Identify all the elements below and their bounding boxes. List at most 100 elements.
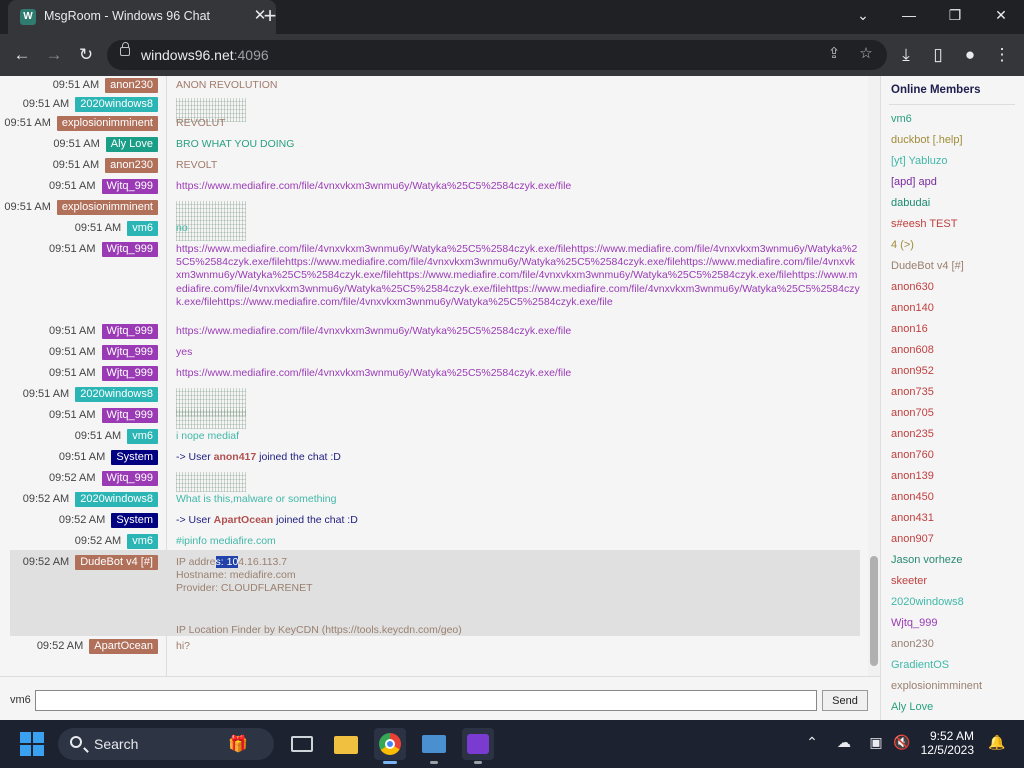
member-item[interactable]: dabudai (891, 197, 930, 209)
member-item[interactable]: anon235 (891, 428, 934, 440)
back-button[interactable]: ← (10, 43, 34, 67)
message-username-badge[interactable]: vm6 (127, 221, 158, 236)
member-item[interactable]: anon630 (891, 281, 934, 293)
member-item[interactable]: anon952 (891, 365, 934, 377)
message-link[interactable]: https://www.mediafire.com/file/4vnxvkxm3… (176, 325, 860, 338)
close-window-button[interactable]: ✕ (978, 0, 1024, 32)
member-item[interactable]: anon760 (891, 449, 934, 461)
message-link[interactable]: https://www.mediafire.com/file/4vnxvkxm3… (176, 243, 860, 321)
current-nickname[interactable]: vm6 (10, 694, 31, 706)
message-username-badge[interactable]: Wjtq_999 (101, 366, 158, 381)
message-username-badge[interactable]: Wjtq_999 (101, 408, 158, 423)
reload-button[interactable]: ↻ (74, 43, 98, 67)
member-item[interactable]: DudeBot v4 [#] (891, 260, 964, 272)
message-username-badge[interactable]: System (111, 450, 158, 465)
show-hidden-icons-chevron-icon[interactable]: ⌃ (802, 734, 822, 751)
message-username-badge[interactable]: Wjtq_999 (101, 179, 158, 194)
message-username-badge[interactable]: Wjtq_999 (101, 324, 158, 339)
member-item[interactable]: anon450 (891, 491, 934, 503)
member-item[interactable]: Wjtq_999 (891, 617, 937, 629)
message-username-badge[interactable]: Wjtq_999 (101, 242, 158, 257)
joined-user-name[interactable]: anon417 (214, 451, 257, 463)
message-username-badge[interactable]: vm6 (127, 534, 158, 549)
file-explorer-icon[interactable] (330, 728, 362, 760)
message-username-badge[interactable]: explosionimminent (56, 200, 158, 215)
member-item[interactable]: [apd] apd (891, 176, 937, 188)
message-username-badge[interactable]: 2020windows8 (75, 492, 158, 507)
windows-taskbar: Search 🎁 ⌃ ☁ ▣ 🔇 9:52 AM 12/5/2023 🔔 (0, 720, 1024, 768)
message-username-badge[interactable]: Wjtq_999 (101, 345, 158, 360)
member-item[interactable]: GradientOS (891, 659, 949, 671)
message-username-badge[interactable]: System (111, 513, 158, 528)
message-username-badge[interactable]: anon230 (105, 158, 158, 173)
volume-muted-icon[interactable]: 🔇 (892, 734, 912, 751)
lock-icon[interactable] (120, 42, 130, 56)
member-item[interactable]: Aly Love (891, 701, 933, 713)
message-link[interactable]: https://www.mediafire.com/file/4vnxvkxm3… (176, 180, 860, 193)
network-icon[interactable]: ▣ (866, 734, 886, 751)
member-item[interactable]: vm6 (891, 113, 912, 125)
member-item[interactable]: anon608 (891, 344, 934, 356)
member-item[interactable]: s#eesh TEST (891, 218, 957, 230)
minimize-button[interactable]: — (886, 0, 932, 32)
browser-tab[interactable]: W MsgRoom - Windows 96 Chat ✕ (8, 0, 276, 34)
member-item[interactable]: anon431 (891, 512, 934, 524)
task-view-icon[interactable] (286, 728, 318, 760)
profile-icon[interactable]: ● (958, 43, 982, 67)
menu-kebab-icon[interactable]: ⋮ (990, 43, 1014, 67)
url-text[interactable]: windows96.net:4096 (141, 47, 269, 63)
message-username-badge[interactable]: anon230 (105, 78, 158, 93)
message-meta: 09:51 AM vm6 (0, 429, 158, 444)
member-item[interactable]: anon16 (891, 323, 928, 335)
message-timestamp: 09:52 AM (22, 493, 70, 505)
message-username-badge[interactable]: ApartOcean (89, 639, 158, 654)
message-username-badge[interactable]: Aly Love (105, 137, 158, 152)
message-username-badge[interactable]: DudeBot v4 [#] (75, 555, 158, 570)
message-timestamp: 09:51 AM (49, 367, 96, 379)
side-panel-icon[interactable]: ▯ (926, 43, 950, 67)
scrollbar-thumb[interactable] (870, 556, 878, 666)
bookmark-star-icon[interactable]: ☆ (855, 44, 877, 62)
taskbar-clock[interactable]: 9:52 AM 12/5/2023 (920, 729, 974, 757)
member-item[interactable]: duckbot [.help] (891, 134, 963, 146)
message-username-badge[interactable]: explosionimminent (56, 116, 158, 131)
forward-button[interactable]: → (42, 43, 66, 67)
member-item[interactable]: anon140 (891, 302, 934, 314)
tab-search-chevron-icon[interactable]: ⌄ (840, 0, 886, 32)
message-link[interactable]: https://www.mediafire.com/file/4vnxvkxm3… (176, 367, 860, 380)
message-username-badge[interactable]: vm6 (127, 429, 158, 444)
message-username-badge[interactable]: 2020windows8 (75, 97, 158, 112)
onedrive-cloud-icon[interactable]: ☁ (834, 734, 854, 751)
chrome-icon[interactable] (374, 728, 406, 764)
taskbar-search[interactable]: Search 🎁 (58, 728, 274, 760)
clipchamp-icon[interactable] (462, 728, 494, 764)
new-tab-button[interactable]: + (258, 5, 282, 29)
member-item[interactable]: 4 (>) (891, 239, 914, 251)
joined-user-name[interactable]: ApartOcean (214, 514, 274, 526)
message-username-badge[interactable]: Wjtq_999 (101, 471, 158, 486)
message-username-badge[interactable]: 2020windows8 (75, 387, 158, 402)
member-item[interactable]: anon735 (891, 386, 934, 398)
member-item[interactable]: anon907 (891, 533, 934, 545)
member-item[interactable]: Jason vorheze (891, 554, 963, 566)
message-input[interactable] (35, 690, 817, 711)
member-item[interactable]: [yt] Yabluzo (891, 155, 947, 167)
restore-button[interactable]: ❐ (932, 0, 978, 32)
send-button[interactable]: Send (822, 690, 868, 711)
share-icon[interactable]: ⇪ (823, 44, 845, 62)
start-windows-icon[interactable] (20, 732, 44, 756)
member-item[interactable]: explosionimminent (891, 680, 982, 692)
chat-message-row: 09:51 AM Wjtq_999 https://www.mediafire.co… (0, 240, 868, 324)
notification-bell-icon[interactable]: 🔔 (988, 734, 1005, 751)
member-item[interactable]: anon139 (891, 470, 934, 482)
photos-app-icon[interactable] (418, 728, 450, 764)
chat-scrollbar[interactable] (868, 76, 880, 676)
address-bar[interactable]: windows96.net:4096 ⇪ ☆ (107, 40, 887, 70)
member-item[interactable]: anon705 (891, 407, 934, 419)
member-item[interactable]: 2020windows8 (891, 596, 964, 608)
selected-text[interactable]: s: 10 (215, 556, 239, 568)
member-item[interactable]: skeeter (891, 575, 927, 587)
chat-log[interactable]: 09:51 AM anon230 ANON REVOLUTION 09:51 AM 20… (0, 76, 868, 676)
member-item[interactable]: anon230 (891, 638, 934, 650)
download-icon[interactable]: ⤓ (894, 43, 918, 67)
